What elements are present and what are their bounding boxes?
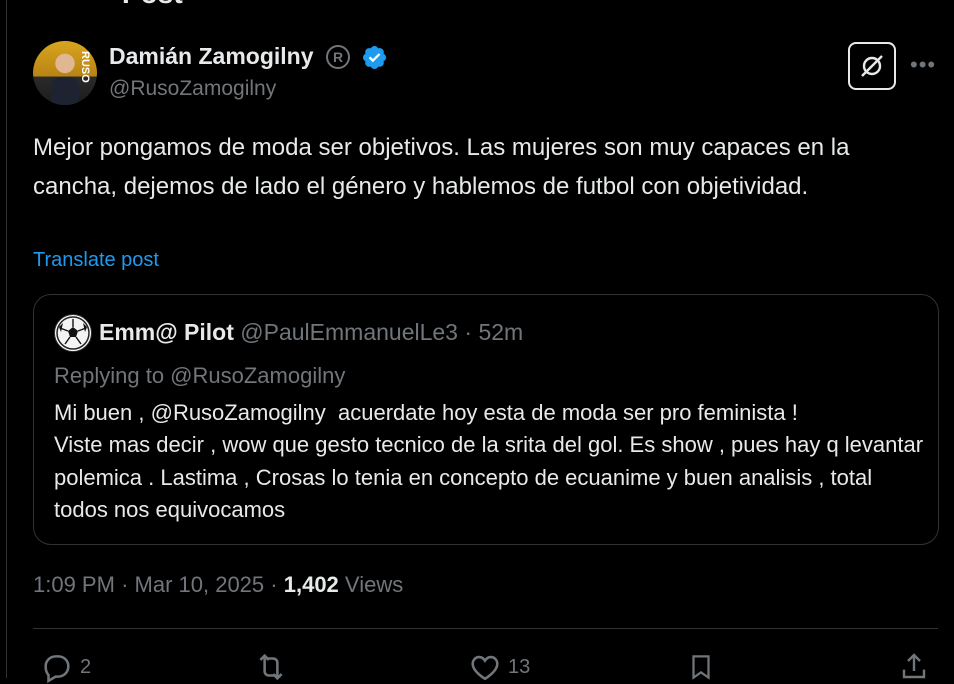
translate-post-link[interactable]: Translate post [33,249,159,272]
post-meta: 1:09 PM · Mar 10, 2025 · 1,402 Views [33,572,403,598]
bookmark-icon [692,655,710,680]
meta-separator: · [270,572,278,597]
author-avatar[interactable]: RUSO [33,41,97,105]
quote-avatar[interactable] [54,314,92,352]
like-icon [471,655,499,681]
repost-button[interactable] [253,650,295,684]
registered-icon: R [326,45,350,69]
author-name[interactable]: Damián Zamogilny [109,43,313,70]
verified-badge-icon[interactable] [361,44,388,71]
meta-separator: · [121,572,129,597]
like-count: 13 [508,655,531,678]
views-label: Views [344,572,404,597]
column-border [6,0,7,678]
tweet-text: Mejor pongamos de moda ser objetivos. La… [33,134,850,200]
repost-icon [259,653,283,681]
quote-text: Mi buen , @RusoZamogilny acuerdate hoy e… [54,400,924,522]
grok-icon [861,55,883,77]
views-count: 1,402 [283,572,339,597]
like-button[interactable]: 13 [468,650,530,684]
avatar-brand: RUSO [79,51,91,83]
share-icon [902,653,926,679]
divider [33,628,938,629]
quote-replying-to: Replying to @RusoZamogilny [54,363,346,388]
bookmark-button[interactable] [686,650,716,684]
more-icon[interactable]: ••• [910,52,936,78]
quoted-post-card[interactable]: Emm@ Pilot @PaulEmmanuelLe3 · 52m Replyi… [33,294,939,545]
quote-author-handle[interactable]: @PaulEmmanuelLe3 [240,319,458,345]
soccer-ball-icon [56,316,90,350]
quote-author-name[interactable]: Emm@ Pilot [99,319,234,345]
reply-button[interactable]: 2 [40,650,91,684]
reply-count: 2 [80,655,92,678]
grok-button[interactable] [848,42,896,90]
share-button[interactable] [898,650,930,684]
back-arrow-icon[interactable]: ← [30,0,56,7]
author-handle[interactable]: @RusoZamogilny [109,77,276,101]
quote-header: Emm@ Pilot @PaulEmmanuelLe3 · 52m [99,319,523,346]
post-time[interactable]: 1:09 PM [33,572,115,597]
post-date[interactable]: Mar 10, 2025 [135,572,265,597]
reply-icon [44,655,70,684]
quote-time[interactable]: 52m [478,319,523,345]
quote-separator: · [464,319,473,345]
